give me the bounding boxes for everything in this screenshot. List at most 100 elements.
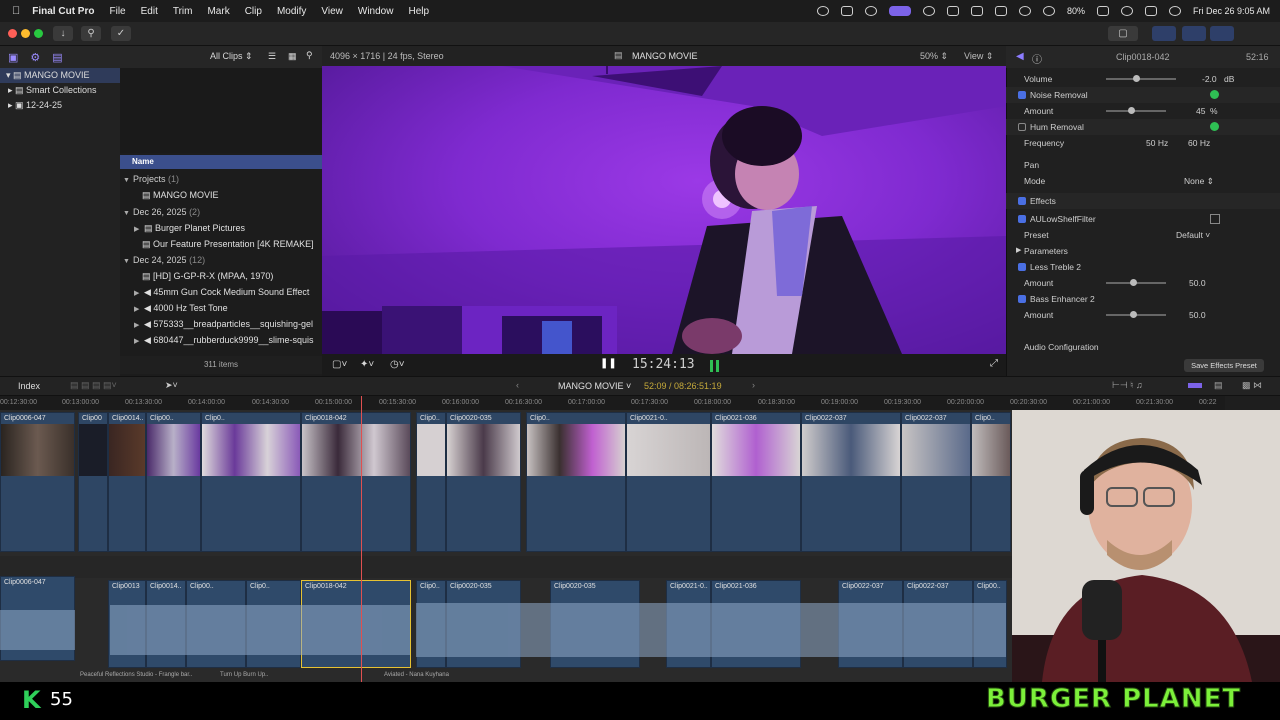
video-frame[interactable] bbox=[322, 66, 1006, 354]
volume-icon[interactable] bbox=[946, 6, 959, 16]
zoom-window-button[interactable] bbox=[34, 29, 43, 38]
minimize-window-button[interactable] bbox=[21, 29, 30, 38]
music-clip-label[interactable]: Turn Up Burn Up.. bbox=[220, 672, 268, 678]
menu-view[interactable]: View bbox=[321, 6, 343, 17]
effect1-checkbox[interactable] bbox=[1018, 215, 1026, 223]
audio-configuration-row[interactable]: Audio Configuration bbox=[1006, 339, 1280, 355]
frequency-50-option[interactable]: 50 Hz bbox=[1146, 135, 1168, 151]
history-back-icon[interactable]: ‹ bbox=[516, 380, 519, 390]
wifi-icon[interactable] bbox=[1042, 6, 1055, 16]
audio-inspector-icon[interactable]: ◀ bbox=[1016, 51, 1024, 62]
browser-row[interactable]: ▤ Our Feature Presentation [4K REMAKE] bbox=[120, 236, 322, 252]
speed-icon[interactable]: ◷˅ bbox=[390, 359, 405, 370]
import-icon[interactable]: ↓ bbox=[53, 26, 73, 41]
name-column-header[interactable]: Name bbox=[120, 155, 322, 169]
save-effects-preset-button[interactable]: Save Effects Preset bbox=[1184, 359, 1264, 372]
menu-clip[interactable]: Clip bbox=[245, 6, 262, 17]
music-clip-label[interactable]: Aviated - Nana Kuyhana bbox=[384, 672, 449, 678]
clip-appearance-icon[interactable]: ▦ bbox=[288, 51, 297, 62]
bluetooth-icon[interactable] bbox=[1018, 6, 1031, 16]
library-item-event[interactable]: ▸ ▣ 12-24-25 bbox=[0, 98, 120, 113]
clock[interactable]: Fri Dec 26 9:05 AM bbox=[1193, 6, 1270, 16]
photos-icon[interactable]: ⚙ bbox=[30, 51, 40, 64]
frequency-60-option[interactable]: 60 Hz bbox=[1188, 135, 1210, 151]
browser-row[interactable]: ▼ Dec 26, 2025 (2) bbox=[120, 204, 322, 220]
titles-icon[interactable]: ▤ bbox=[52, 51, 62, 64]
menu-file[interactable]: File bbox=[109, 6, 125, 17]
clip-filter-dropdown[interactable]: All Clips ⇕ bbox=[210, 51, 253, 62]
apple-icon[interactable]:  bbox=[12, 5, 20, 17]
menu-help[interactable]: Help bbox=[408, 6, 429, 17]
browser-row[interactable]: ▶ ◀ 680447__rubberduck9999__slime-squis bbox=[120, 332, 322, 348]
hand-icon[interactable] bbox=[864, 6, 877, 16]
menu-trim[interactable]: Trim bbox=[173, 6, 193, 17]
siri-icon[interactable] bbox=[1168, 6, 1181, 16]
keywords-icon[interactable]: ⚲ bbox=[81, 26, 101, 41]
skimming-icon[interactable] bbox=[1188, 383, 1202, 388]
noise-amount-slider[interactable] bbox=[1106, 110, 1166, 112]
app-menu[interactable]: Final Cut Pro bbox=[32, 6, 94, 17]
music-clip-label[interactable]: Peaceful Reflections Studio - Frangle ba… bbox=[80, 672, 192, 678]
info-icon[interactable]: ⓘ bbox=[1032, 51, 1042, 66]
fullscreen-icon[interactable]: ⤢ bbox=[990, 358, 998, 369]
show-browser-icon[interactable] bbox=[1152, 26, 1176, 41]
menu-mark[interactable]: Mark bbox=[207, 6, 229, 17]
volume-slider[interactable] bbox=[1106, 78, 1176, 80]
parameters-row[interactable]: ▶ Parameters bbox=[1006, 243, 1280, 259]
browser-row[interactable]: ▶ ▤ Burger Planet Pictures bbox=[120, 220, 322, 236]
battery-icon[interactable] bbox=[1096, 6, 1109, 16]
library-item-smart-collections[interactable]: ▸ ▤ Smart Collections bbox=[0, 83, 120, 98]
preset-dropdown[interactable]: Default ˅ bbox=[1176, 227, 1210, 243]
control-center-icon[interactable] bbox=[1144, 6, 1157, 16]
timeline-ruler[interactable]: 00:12:30:00 00:13:00:00 00:13:30:00 00:1… bbox=[0, 396, 1225, 410]
pause-button[interactable]: ❚❚ bbox=[600, 358, 617, 369]
timeline-project-dropdown[interactable]: MANGO MOVIE ˅ bbox=[558, 381, 631, 391]
effects-browser-icon[interactable]: ▩ ⋈ bbox=[1242, 380, 1262, 391]
share-icon[interactable]: ▢ bbox=[1108, 26, 1138, 41]
noise-amount-knob[interactable] bbox=[1128, 107, 1135, 114]
view-dropdown[interactable]: View ⇕ bbox=[964, 51, 993, 62]
zoom-dropdown[interactable]: 50% ⇕ bbox=[920, 51, 948, 62]
search-icon[interactable] bbox=[1120, 6, 1133, 16]
display-icon[interactable] bbox=[994, 6, 1007, 16]
mode-dropdown[interactable]: None ⇕ bbox=[1184, 173, 1214, 189]
browser-row[interactable]: ▤ MANGO MOVIE bbox=[120, 187, 322, 203]
effect3-amount-value[interactable]: 50.0 bbox=[1189, 307, 1206, 323]
volume-value[interactable]: -2.0 bbox=[1202, 71, 1217, 87]
effect3-amount-knob[interactable] bbox=[1130, 311, 1137, 318]
close-window-button[interactable] bbox=[8, 29, 17, 38]
transform-icon[interactable]: ▢˅ bbox=[332, 359, 347, 370]
list-view-icon[interactable]: ☰ bbox=[268, 51, 276, 62]
browser-row[interactable]: ▶ ◀ 575333__breadparticles__squishing-gel bbox=[120, 316, 322, 332]
play-icon[interactable] bbox=[922, 6, 935, 16]
browser-row[interactable]: ▶ ◀ 4000 Hz Test Tone bbox=[120, 300, 322, 316]
select-tool-icon[interactable]: ➤˅ bbox=[165, 380, 178, 391]
background-tasks-icon[interactable]: ✓ bbox=[111, 26, 131, 41]
libraries-icon[interactable]: ▣ bbox=[8, 51, 18, 64]
browser-row[interactable]: ▶ ◀ 45mm Gun Cock Medium Sound Effect bbox=[120, 284, 322, 300]
noise-amount-value[interactable]: 45 bbox=[1196, 103, 1205, 119]
search-icon[interactable]: ⚲ bbox=[306, 50, 313, 61]
volume-knob[interactable] bbox=[1133, 75, 1140, 82]
browser-row[interactable]: ▼ Projects (1) bbox=[120, 171, 322, 187]
effect3-checkbox[interactable] bbox=[1018, 295, 1026, 303]
menu-modify[interactable]: Modify bbox=[277, 6, 306, 17]
library-item-mango-movie[interactable]: ▾ ▤ MANGO MOVIE bbox=[0, 68, 120, 83]
playhead[interactable] bbox=[361, 396, 362, 682]
effect-editor-icon[interactable] bbox=[1210, 214, 1220, 224]
effect2-amount-knob[interactable] bbox=[1130, 279, 1137, 286]
browser-row[interactable]: ▤ [HD] G-GP-R-X (MPAA, 1970) bbox=[120, 268, 322, 284]
index-button[interactable]: Index bbox=[18, 381, 40, 391]
enhance-icon[interactable]: ✦˅ bbox=[360, 359, 374, 370]
stage-manager-icon[interactable] bbox=[888, 6, 911, 16]
zoom-controls-icon[interactable]: ⊢⊣ ♮ ♫ bbox=[1112, 380, 1143, 391]
menu-edit[interactable]: Edit bbox=[141, 6, 158, 17]
show-timeline-icon[interactable] bbox=[1182, 26, 1206, 41]
hum-removal-checkbox[interactable] bbox=[1018, 123, 1026, 131]
browser-row[interactable]: ▼ Dec 24, 2025 (12) bbox=[120, 252, 322, 268]
grid-icon[interactable] bbox=[840, 6, 853, 16]
effects-checkbox[interactable] bbox=[1018, 197, 1026, 205]
clip-appearance-icon[interactable]: ▤ bbox=[1214, 380, 1223, 391]
history-forward-icon[interactable]: › bbox=[752, 380, 755, 390]
effect2-checkbox[interactable] bbox=[1018, 263, 1026, 271]
